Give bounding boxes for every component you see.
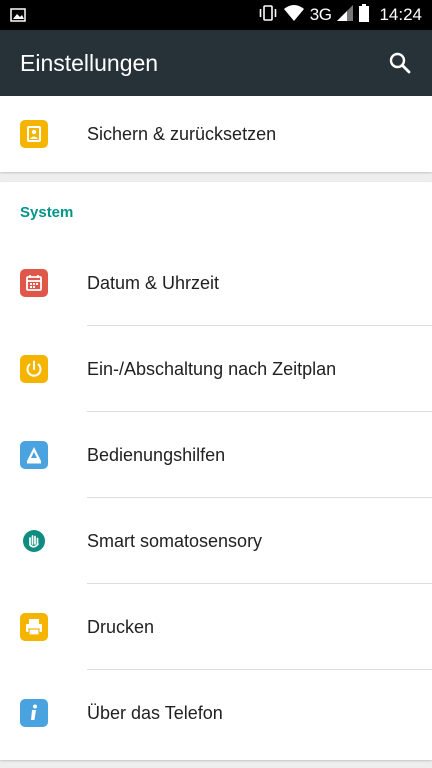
settings-item-scheduled-power[interactable]: Ein-/Abschaltung nach Zeitplan [0, 326, 432, 412]
image-icon [10, 7, 26, 28]
backup-icon [20, 120, 48, 148]
info-icon [20, 699, 48, 727]
settings-item-label: Drucken [87, 617, 155, 637]
signal-icon [337, 4, 354, 26]
section-header: System [20, 204, 74, 221]
settings-item-printing[interactable]: Drucken [0, 584, 432, 670]
wifi-icon [283, 4, 304, 26]
system-section: System Datum & Uhrzeit Ein-/Abschaltung … [0, 182, 432, 760]
settings-item-label: Datum & Uhrzeit [87, 273, 220, 293]
settings-item-about-phone[interactable]: Über das Telefon [0, 670, 432, 756]
accessibility-icon [20, 441, 48, 469]
calendar-icon [20, 269, 48, 297]
app-bar: Einstellungen [0, 30, 432, 96]
settings-item-label: Bedienungshilfen [87, 445, 226, 465]
status-bar: 3G 14:24 [0, 0, 432, 30]
vibrate-icon [258, 4, 278, 27]
backup-card: Sichern & zurücksetzen [0, 96, 432, 172]
hand-icon [20, 527, 48, 555]
settings-item-label: Smart somatosensory [87, 531, 263, 551]
settings-item-backup-reset[interactable]: Sichern & zurücksetzen [0, 91, 432, 177]
battery-icon [359, 3, 370, 27]
network-type: 3G [309, 5, 332, 24]
settings-item-label: Ein-/Abschaltung nach Zeitplan [87, 359, 337, 379]
settings-item-date-time[interactable]: Datum & Uhrzeit [0, 240, 432, 326]
settings-item-accessibility[interactable]: Bedienungshilfen [0, 412, 432, 498]
settings-item-smart-somatosensory[interactable]: Smart somatosensory [0, 498, 432, 584]
search-icon[interactable] [388, 51, 412, 75]
settings-item-label: Sichern & zurücksetzen [87, 124, 277, 144]
page-title: Einstellungen [20, 50, 159, 76]
print-icon [20, 613, 48, 641]
power-icon [20, 355, 48, 383]
clock: 14:24 [379, 5, 422, 24]
settings-item-label: Über das Telefon [87, 703, 223, 723]
